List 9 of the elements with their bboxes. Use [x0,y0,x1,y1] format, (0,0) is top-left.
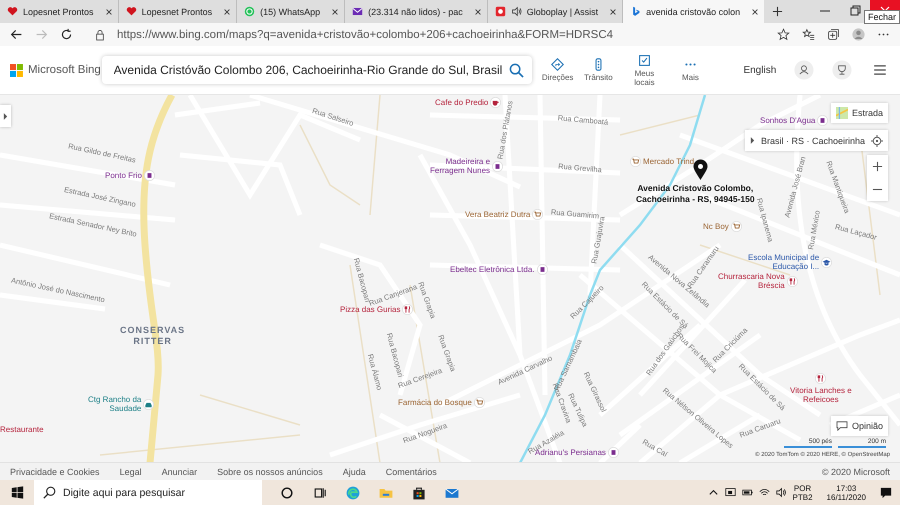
tooltip: Fechar [864,10,900,24]
tab-title: (23.314 não lidos) - pac [368,6,464,16]
tab-title: Lopesnet Prontos [142,6,214,16]
tab-title: (15) WhatsApp [260,6,322,16]
tab-title: avenida cristovão colon [646,6,742,16]
tab-title: Lopesnet Prontos [23,6,95,16]
tab-title: Globoplay | Assist [526,6,600,16]
pin-address-label: Avenida Cristovão Colombo, Cachoeirinha - RS, 94945-150 [636,183,755,205]
copyright-text: © 2020 Microsoft [822,466,890,476]
